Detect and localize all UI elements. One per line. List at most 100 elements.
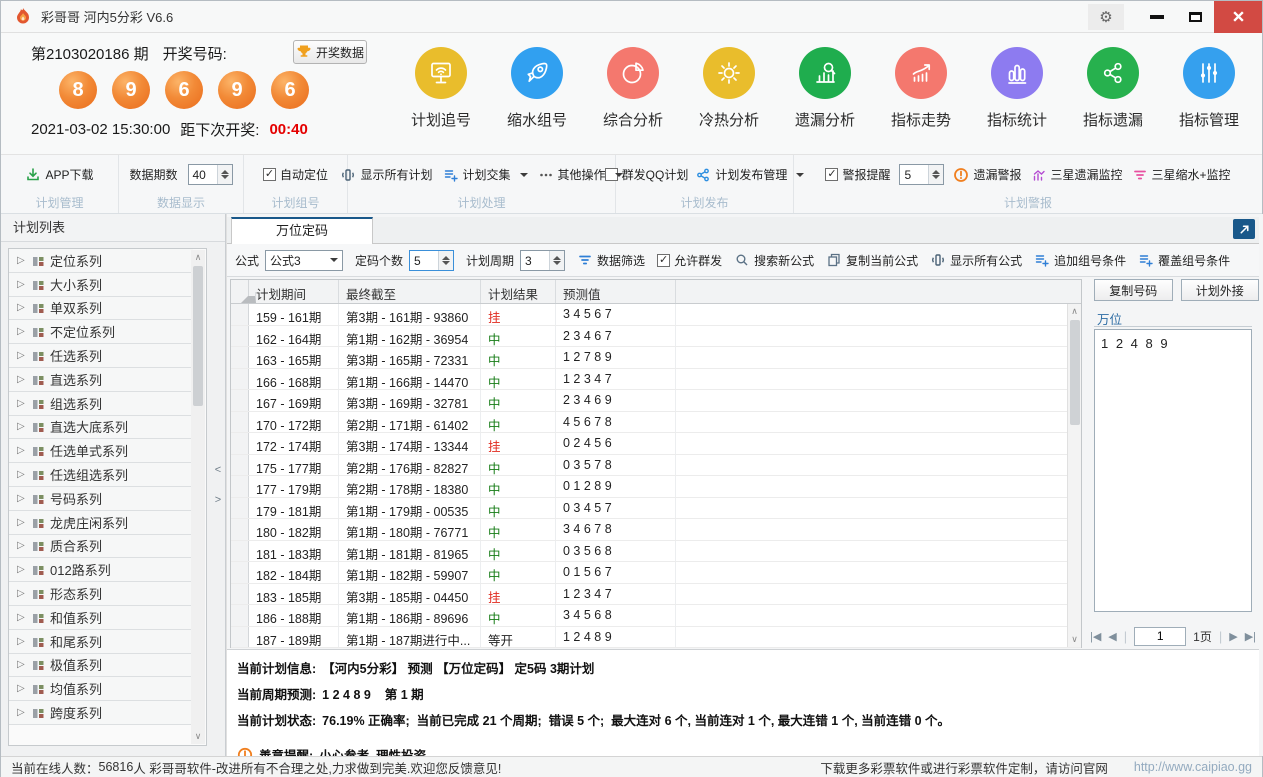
expand-triangle-icon[interactable]: ▷ (17, 683, 27, 694)
expand-triangle-icon[interactable]: ▷ (17, 659, 27, 670)
sidebar-series-item[interactable]: ▷ 号码系列 (9, 487, 193, 511)
nav-item-comprehensive-analysis[interactable]: 综合分析 (585, 41, 681, 130)
col-period[interactable]: 计划期间 (249, 280, 339, 303)
expand-triangle-icon[interactable]: ▷ (17, 493, 27, 504)
nav-item-plan-chase[interactable]: 计划追号 (393, 41, 489, 130)
last-page-icon[interactable]: ▶| (1245, 630, 1256, 643)
alert-count-spinner[interactable]: 5 (899, 164, 944, 185)
nav-item-hot-cold-analysis[interactable]: 冷热分析 (681, 41, 777, 130)
expand-triangle-icon[interactable]: ▷ (17, 612, 27, 623)
table-row[interactable]: 179 - 181期 第1期 - 179期 - 00535 中 0 3 4 5 … (231, 498, 1081, 520)
scroll-up-icon[interactable]: ∧ (191, 252, 205, 263)
official-site-link[interactable]: http://www.caipiao.gg (1134, 760, 1252, 774)
table-row[interactable]: 181 - 183期 第1期 - 181期 - 81965 中 0 3 5 6 … (231, 541, 1081, 563)
maximize-button[interactable] (1176, 1, 1214, 33)
scroll-up-icon[interactable]: ∧ (1068, 306, 1081, 317)
table-row[interactable]: 180 - 182期 第1期 - 180期 - 76771 中 3 4 6 7 … (231, 519, 1081, 541)
sidebar-series-item[interactable]: ▷ 单双系列 (9, 297, 193, 321)
nav-item-indicator-stats[interactable]: 指标统计 (969, 41, 1065, 130)
table-row[interactable]: 170 - 172期 第2期 - 171期 - 61402 中 4 5 6 7 … (231, 412, 1081, 434)
nav-item-omission-analysis[interactable]: 遗漏分析 (777, 41, 873, 130)
page-input[interactable] (1134, 627, 1186, 646)
minimize-button[interactable] (1138, 1, 1176, 33)
col-result[interactable]: 计划结果 (481, 280, 556, 303)
expand-triangle-icon[interactable]: ▷ (17, 707, 27, 718)
collapse-right-icon[interactable]: > (215, 494, 221, 506)
spinner-arrows-icon[interactable] (438, 251, 453, 270)
append-condition-button[interactable]: 追加组号条件 (1034, 252, 1126, 269)
omission-alert-button[interactable]: 遗漏警报 (953, 166, 1021, 183)
show-all-plans-button[interactable]: 显示所有计划 (340, 166, 432, 183)
col-final[interactable]: 最终截至 (339, 280, 481, 303)
checkbox-checked-icon[interactable]: ✓ (825, 168, 838, 181)
sidebar-series-item[interactable]: ▷ 质合系列 (9, 535, 193, 559)
table-row[interactable]: 172 - 174期 第3期 - 174期 - 13344 挂 0 2 4 5 … (231, 433, 1081, 455)
sidebar-series-item[interactable]: ▷ 大小系列 (9, 273, 193, 297)
table-row[interactable]: 187 - 189期 第1期 - 187期进行中... 等开 1 2 4 8 9 (231, 627, 1081, 649)
spinner-arrows-icon[interactable] (217, 165, 232, 184)
plan-cycle-spinner[interactable]: 3 (520, 250, 565, 271)
spinner-arrows-icon[interactable] (549, 251, 564, 270)
table-row[interactable]: 166 - 168期 第1期 - 166期 - 14470 中 1 2 3 4 … (231, 369, 1081, 391)
sidebar-series-item[interactable]: ▷ 直选大底系列 (9, 416, 193, 440)
sidebar-series-item[interactable]: ▷ 形态系列 (9, 582, 193, 606)
table-scrollbar[interactable]: ∧ ∨ (1067, 304, 1081, 647)
sidebar-series-item[interactable]: ▷ 和值系列 (9, 606, 193, 630)
draw-data-button[interactable]: 开奖数据 (293, 40, 367, 64)
checkbox-checked-icon[interactable]: ✓ (657, 254, 670, 267)
checkbox-checked-icon[interactable]: ✓ (263, 168, 276, 181)
sidebar-series-item[interactable]: ▷ 不定位系列 (9, 320, 193, 344)
override-condition-button[interactable]: 覆盖组号条件 (1138, 252, 1230, 269)
sidebar-series-item[interactable]: ▷ 龙虎庄闲系列 (9, 511, 193, 535)
copy-formula-button[interactable]: 复制当前公式 (826, 252, 918, 269)
scrollbar-thumb[interactable] (193, 266, 203, 406)
publish-manage-button[interactable]: 计划发布管理 (695, 166, 804, 183)
expand-triangle-icon[interactable]: ▷ (17, 279, 27, 290)
data-filter-button[interactable]: 数据筛选 (577, 252, 645, 269)
sidebar-series-item[interactable]: ▷ 任选系列 (9, 344, 193, 368)
app-download-button[interactable]: APP下载 (25, 166, 93, 183)
scrollbar-thumb[interactable] (1070, 320, 1080, 425)
sidebar-series-item[interactable]: ▷ 组选系列 (9, 392, 193, 416)
wanwei-tab[interactable]: 万位 (1094, 306, 1252, 327)
nav-item-indicator-manage[interactable]: 指标管理 (1161, 41, 1257, 130)
scroll-down-icon[interactable]: ∨ (1068, 634, 1081, 645)
alert-remind-checkbox[interactable]: ✓ 警报提醒 (825, 166, 890, 183)
col-predict[interactable]: 预测值 (556, 280, 676, 303)
sidebar-series-item[interactable]: ▷ 定位系列 (9, 249, 193, 273)
numbers-box[interactable]: 1 2 4 8 9 (1094, 329, 1252, 612)
collapse-left-icon[interactable]: < (215, 464, 221, 476)
show-all-formulas-button[interactable]: 显示所有公式 (930, 252, 1022, 269)
settings-gear-icon[interactable]: ⚙ (1088, 4, 1124, 30)
sidebar-series-item[interactable]: ▷ 极值系列 (9, 654, 193, 678)
threestar-shrink-monitor-button[interactable]: 三星缩水+监控 (1132, 166, 1231, 183)
sidebar-series-item[interactable]: ▷ 和尾系列 (9, 630, 193, 654)
expand-triangle-icon[interactable]: ▷ (17, 302, 27, 313)
table-row[interactable]: 159 - 161期 第3期 - 161期 - 93860 挂 3 4 5 6 … (231, 304, 1081, 326)
expand-triangle-icon[interactable]: ▷ (17, 445, 27, 456)
nav-item-shrink-group[interactable]: 缩水组号 (489, 41, 585, 130)
expand-triangle-icon[interactable]: ▷ (17, 398, 27, 409)
sidebar-scrollbar[interactable]: ∧ ∨ (191, 250, 205, 744)
table-row[interactable]: 186 - 188期 第1期 - 186期 - 89696 中 3 4 5 6 … (231, 605, 1081, 627)
table-row[interactable]: 162 - 164期 第1期 - 162期 - 36954 中 2 3 4 6 … (231, 326, 1081, 348)
sidebar-splitter[interactable]: < > (211, 214, 225, 756)
expand-triangle-icon[interactable]: ▷ (17, 517, 27, 528)
expand-triangle-icon[interactable]: ▷ (17, 564, 27, 575)
prev-page-icon[interactable]: ◀ (1108, 630, 1116, 643)
expand-triangle-icon[interactable]: ▷ (17, 588, 27, 599)
search-formula-button[interactable]: 搜索新公式 (734, 252, 814, 269)
expand-triangle-icon[interactable]: ▷ (17, 326, 27, 337)
auto-position-checkbox[interactable]: ✓ 自动定位 (263, 166, 328, 183)
sidebar-series-item[interactable]: ▷ 直选系列 (9, 368, 193, 392)
table-row[interactable]: 175 - 177期 第2期 - 176期 - 82827 中 0 3 5 7 … (231, 455, 1081, 477)
data-periods-spinner[interactable]: 40 (188, 164, 233, 185)
plan-intersect-button[interactable]: 计划交集 (443, 166, 528, 183)
tab-wanwei-dingma[interactable]: 万位定码 (231, 217, 373, 244)
expand-triangle-icon[interactable]: ▷ (17, 469, 27, 480)
spinner-arrows-icon[interactable] (928, 165, 943, 184)
plan-external-button[interactable]: 计划外接 (1181, 279, 1260, 301)
table-row[interactable]: 183 - 185期 第3期 - 185期 - 04450 挂 1 2 3 4 … (231, 584, 1081, 606)
table-row[interactable]: 177 - 179期 第2期 - 178期 - 18380 中 0 1 2 8 … (231, 476, 1081, 498)
sidebar-series-item[interactable]: ▷ 均值系列 (9, 677, 193, 701)
